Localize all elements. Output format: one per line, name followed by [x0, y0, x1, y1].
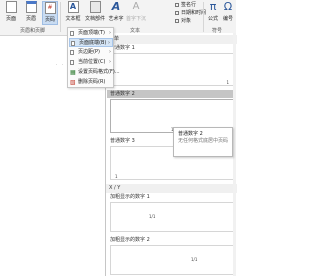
document-mark: ·	[56, 62, 58, 67]
page-button[interactable]: 页面	[3, 1, 19, 25]
formula-button-label: 公式	[207, 16, 218, 22]
signature-icon	[175, 2, 179, 7]
page-number-icon	[44, 2, 56, 14]
document-parts-button[interactable]: 文档部件	[84, 1, 106, 25]
page-number-preview: 1	[226, 80, 229, 85]
page-top-icon	[70, 31, 74, 36]
chevron-right-icon: ›	[108, 40, 110, 46]
gallery-item-name: 加粗显示的数字 1	[110, 194, 150, 200]
menu-item-format-page-numbers[interactable]: ▦ 设置页码格式(F)...	[69, 68, 120, 77]
gallery-item-name: 普通数字 2	[107, 90, 236, 98]
object-item[interactable]: 对象	[175, 17, 191, 24]
page-number-preview: 1/1	[191, 257, 198, 262]
text-box-button-label: 文本框	[65, 16, 81, 22]
symbol-button[interactable]: Ω 编号	[220, 1, 236, 25]
page-thumbnail: 1/1	[110, 202, 234, 232]
page-number-button-label: 页码	[44, 17, 55, 23]
menu-item-remove-page-numbers[interactable]: ▧ 删除页码(R)	[69, 78, 113, 87]
document-parts-button-label: 文档部件	[84, 16, 105, 22]
page-thumbnail: 1	[110, 53, 234, 86]
date-time-item[interactable]: 日期和时间	[175, 9, 206, 16]
page-number-preview: 1/1	[149, 214, 156, 219]
menu-item-top-of-page[interactable]: 页面顶端(T) ›	[69, 29, 113, 38]
page-number-button[interactable]: 页码	[42, 1, 58, 25]
page-icon	[5, 1, 17, 13]
menu-item-bottom-of-page[interactable]: 页面底端(B) ›	[69, 38, 113, 47]
drop-cap-button-label: 首字下沉	[126, 16, 147, 22]
ribbon-divider	[60, 2, 61, 32]
page-number-menu: 页面顶端(T) › 页面底端(B) › 页边距(P) › 当前位置(C) › ▦…	[67, 27, 120, 88]
page-thumbnail: 1/1	[110, 245, 234, 275]
object-icon	[175, 18, 179, 23]
word-art-button-label: 艺术字	[108, 16, 124, 22]
drop-cap-button[interactable]: A 首字下沉	[126, 1, 146, 25]
tooltip-description: 无任何格式底居中页码	[178, 138, 229, 144]
omega-icon: Ω	[223, 0, 233, 13]
format-icon: ▦	[70, 69, 76, 76]
gallery-item-name: 加粗显示的数字 2	[110, 237, 150, 243]
gallery-item[interactable]: 加粗显示的数字 2 1/1	[107, 236, 236, 276]
header-button[interactable]: 页眉	[23, 1, 39, 25]
menu-item-page-margins[interactable]: 页边距(P) ›	[69, 48, 113, 57]
delete-icon: ▧	[70, 79, 76, 86]
gallery-item[interactable]: 加粗显示的数字 1 1/1	[107, 193, 236, 233]
page-button-label: 页面	[5, 16, 16, 22]
menu-item-label: 删除页码(R)	[78, 79, 106, 85]
document-mark: ·	[62, 62, 64, 67]
menu-item-label: 页面顶端(T)	[78, 30, 105, 36]
page-number-preview: 1	[115, 174, 118, 179]
text-box-button[interactable]: 文本框	[63, 1, 83, 25]
menu-item-label: 页边距(P)	[78, 49, 100, 55]
gallery-item-name: 普通数字 1	[110, 45, 135, 51]
tooltip: 普通数字 2 无任何格式底居中页码	[173, 127, 233, 157]
current-position-icon	[70, 60, 74, 65]
chevron-right-icon: ›	[109, 49, 111, 55]
gallery-section-header: X / Y	[106, 184, 237, 193]
drop-cap-icon: A	[132, 1, 140, 12]
word-art-icon: A	[111, 0, 121, 13]
menu-item-label: 页面底端(B)	[79, 40, 107, 46]
page-bottom-icon	[71, 41, 75, 46]
menu-item-label: 设置页码格式(F)...	[78, 69, 120, 75]
gallery-scrollbar[interactable]	[233, 33, 236, 276]
ribbon-divider	[203, 2, 204, 32]
header-icon	[25, 1, 37, 13]
formula-button[interactable]: π 公式	[205, 1, 221, 25]
signature-line-label: 签名行	[181, 2, 197, 8]
menu-item-current-position[interactable]: 当前位置(C) ›	[69, 58, 113, 67]
document-parts-icon	[89, 1, 101, 13]
page-margin-icon	[70, 50, 74, 55]
ribbon: 页面 页眉 页码 文本框 文档部件 A 艺术字 A 首字下沉 签名行 日期和时间…	[0, 0, 236, 36]
pi-icon: π	[209, 0, 217, 13]
symbol-button-label: 编号	[222, 16, 233, 22]
tooltip-title: 普通数字 2	[178, 131, 203, 137]
chevron-right-icon: ›	[109, 59, 111, 65]
header-footer-group-label: 页眉和页脚	[20, 28, 46, 34]
calendar-icon	[175, 10, 179, 15]
gallery-item[interactable]: 普通数字 1 1	[107, 44, 236, 87]
word-art-button[interactable]: A 艺术字	[107, 1, 125, 25]
signature-line-item[interactable]: 签名行	[175, 1, 196, 8]
text-box-icon	[67, 1, 79, 13]
object-label: 对象	[181, 18, 192, 24]
chevron-right-icon: ›	[109, 30, 111, 36]
menu-item-label: 当前位置(C)	[78, 59, 106, 65]
header-button-label: 页眉	[25, 16, 36, 22]
gallery-section-header: 简单	[106, 35, 237, 44]
